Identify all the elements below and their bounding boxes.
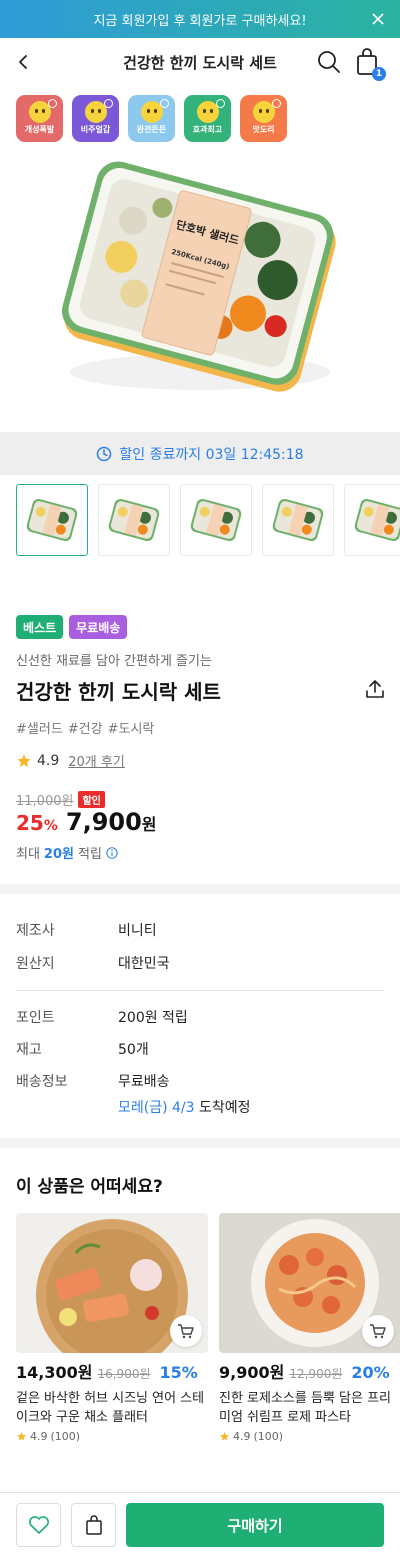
- badge-label: 완전든든: [136, 125, 167, 134]
- product-tags: 베스트 무료배송: [16, 615, 128, 639]
- card-name: 겉은 바삭한 허브 시즈닝 연어 스테이크와 구운 채소 플래터: [16, 1391, 205, 1425]
- search-icon[interactable]: [316, 49, 342, 75]
- card-original-price: 16,900원: [97, 1367, 151, 1381]
- add-to-cart-button[interactable]: [170, 1315, 202, 1347]
- rating-value: 4.9: [37, 752, 60, 769]
- card-discount: 20%: [351, 1363, 390, 1382]
- product-subtitle: 신선한 재료를 담아 간편하게 즐기는: [16, 654, 212, 669]
- check-icon: [160, 99, 169, 108]
- badge-item: 비주얼갑: [72, 95, 119, 142]
- review-count-link[interactable]: 20개 후기: [68, 751, 125, 770]
- spec-stock: 재고 50개: [16, 1042, 149, 1058]
- price-row: 25% 7,900원: [16, 808, 157, 836]
- card-discount: 15%: [159, 1363, 198, 1382]
- card-original-price: 12,900원: [289, 1367, 343, 1381]
- card-prices: 9,900원 12,900원 20%: [219, 1359, 400, 1383]
- spec-point: 포인트 200원 적립: [16, 1010, 188, 1026]
- original-price-row: 11,000원 할인: [16, 790, 105, 809]
- points-value: 20원: [43, 847, 74, 862]
- thumbnail-3[interactable]: [180, 484, 252, 556]
- shopping-bag-icon: [85, 1515, 102, 1535]
- spec-divider: [16, 990, 384, 991]
- clock-icon: [97, 446, 112, 461]
- star-icon: [219, 1431, 230, 1441]
- hashtag[interactable]: #도시락: [108, 718, 155, 737]
- add-to-bag-button[interactable]: [71, 1503, 116, 1547]
- product-rating: 4.9 20개 후기: [16, 751, 125, 770]
- close-icon[interactable]: [370, 11, 386, 27]
- cart-button[interactable]: 1: [354, 47, 386, 81]
- star-icon: [16, 1431, 27, 1441]
- check-icon: [216, 99, 225, 108]
- info-icon[interactable]: [106, 846, 118, 859]
- badge-item: 완전든든: [128, 95, 175, 142]
- shipping-date: 모레(금) 4/3: [118, 1100, 195, 1116]
- thumbnail-4[interactable]: [262, 484, 334, 556]
- heart-icon: [28, 1516, 49, 1534]
- card-rating: 4.9 (100): [219, 1430, 400, 1443]
- original-price: 11,000원: [16, 794, 74, 809]
- cart-icon: [178, 1324, 194, 1339]
- salmon-dish-image: [16, 1213, 208, 1353]
- check-icon: [104, 99, 113, 108]
- free-shipping-tag: 무료배송: [69, 615, 128, 639]
- thumbnail-1[interactable]: [16, 484, 88, 556]
- badge-item: 맛도리: [240, 95, 287, 142]
- badge-item: 효과최고: [184, 95, 231, 142]
- card-price: 14,300원: [16, 1363, 93, 1382]
- promo-banner: 지금 회원가입 후 회원가로 구매하세요!: [0, 0, 400, 38]
- points-suffix: 적립: [77, 847, 102, 862]
- spec-maker: 제조사 비니티: [16, 923, 157, 939]
- sale-badge: 할인: [78, 791, 105, 808]
- bottom-action-bar: 구매하기: [0, 1492, 400, 1556]
- thumbnail-2[interactable]: [98, 484, 170, 556]
- thumbnail-5[interactable]: [344, 484, 400, 556]
- section-divider: [0, 1138, 400, 1148]
- shipping-date-suffix: 도착예정: [199, 1100, 251, 1116]
- countdown-text: 할인 종료까지 03일 12:45:18: [119, 446, 304, 463]
- hashtag[interactable]: #건강: [68, 718, 103, 737]
- buy-now-button[interactable]: 구매하기: [126, 1503, 384, 1547]
- thumbnail-strip: [16, 484, 400, 556]
- recommend-card[interactable]: 14,300원 16,900원 15% 겉은 바삭한 허브 시즈닝 연어 스테이…: [16, 1213, 208, 1443]
- points-prefix: 최대: [16, 847, 40, 862]
- best-tag: 베스트: [16, 615, 64, 639]
- star-icon: [17, 753, 31, 767]
- badge-label: 효과최고: [192, 125, 223, 134]
- badge-label: 개성폭발: [24, 125, 55, 134]
- cart-count-badge: 1: [372, 67, 386, 81]
- card-name: 진한 로제소스를 듬뿍 담은 프리미엄 쉬림프 로제 파스타: [219, 1391, 392, 1425]
- share-icon[interactable]: [364, 678, 386, 700]
- sale-price: 7,900원: [65, 808, 157, 836]
- points-info: 최대 20원 적립: [16, 843, 118, 862]
- sale-countdown: 할인 종료까지 03일 12:45:18: [0, 432, 400, 475]
- card-price: 9,900원: [219, 1363, 285, 1382]
- wishlist-button[interactable]: [16, 1503, 61, 1547]
- card-prices: 14,300원 16,900원 15%: [16, 1359, 208, 1383]
- recommend-title: 이 상품은 어떠세요?: [16, 1177, 163, 1197]
- page-header: 건강한 한끼 도시락 세트 1: [0, 38, 400, 86]
- spec-origin: 원산지 대한민국: [16, 956, 170, 972]
- feature-badges: 개성폭발 비주얼갑 완전든든 효과최고 맛도리: [16, 95, 287, 142]
- check-icon: [272, 99, 281, 108]
- discount-rate: 25%: [16, 811, 58, 835]
- shipping-type: 무료배송: [118, 1074, 170, 1090]
- promo-text: 지금 회원가입 후 회원가로 구매하세요!: [93, 13, 307, 29]
- badge-label: 맛도리: [252, 125, 275, 134]
- section-divider: [0, 884, 400, 894]
- cart-icon: [370, 1324, 386, 1339]
- spec-shipping: 배송정보 무료배송 모레(금) 4/3 도착예정: [16, 1074, 251, 1116]
- badge-item: 개성폭발: [16, 95, 63, 142]
- shrimp-pasta-image: [219, 1213, 400, 1353]
- hashtag-list: #샐러드 #건강 #도시락: [16, 718, 154, 737]
- check-icon: [48, 99, 57, 108]
- card-rating: 4.9 (100): [16, 1430, 208, 1443]
- product-title: 건강한 한끼 도시락 세트: [16, 680, 221, 704]
- add-to-cart-button[interactable]: [362, 1315, 394, 1347]
- badge-label: 비주얼갑: [80, 125, 111, 134]
- hashtag[interactable]: #샐러드: [16, 718, 63, 737]
- product-main-image: 단호박 샐러드 250Kcal (240g): [0, 150, 400, 428]
- recommend-card[interactable]: 9,900원 12,900원 20% 진한 로제소스를 듬뿍 담은 프리미엄 쉬…: [219, 1213, 400, 1443]
